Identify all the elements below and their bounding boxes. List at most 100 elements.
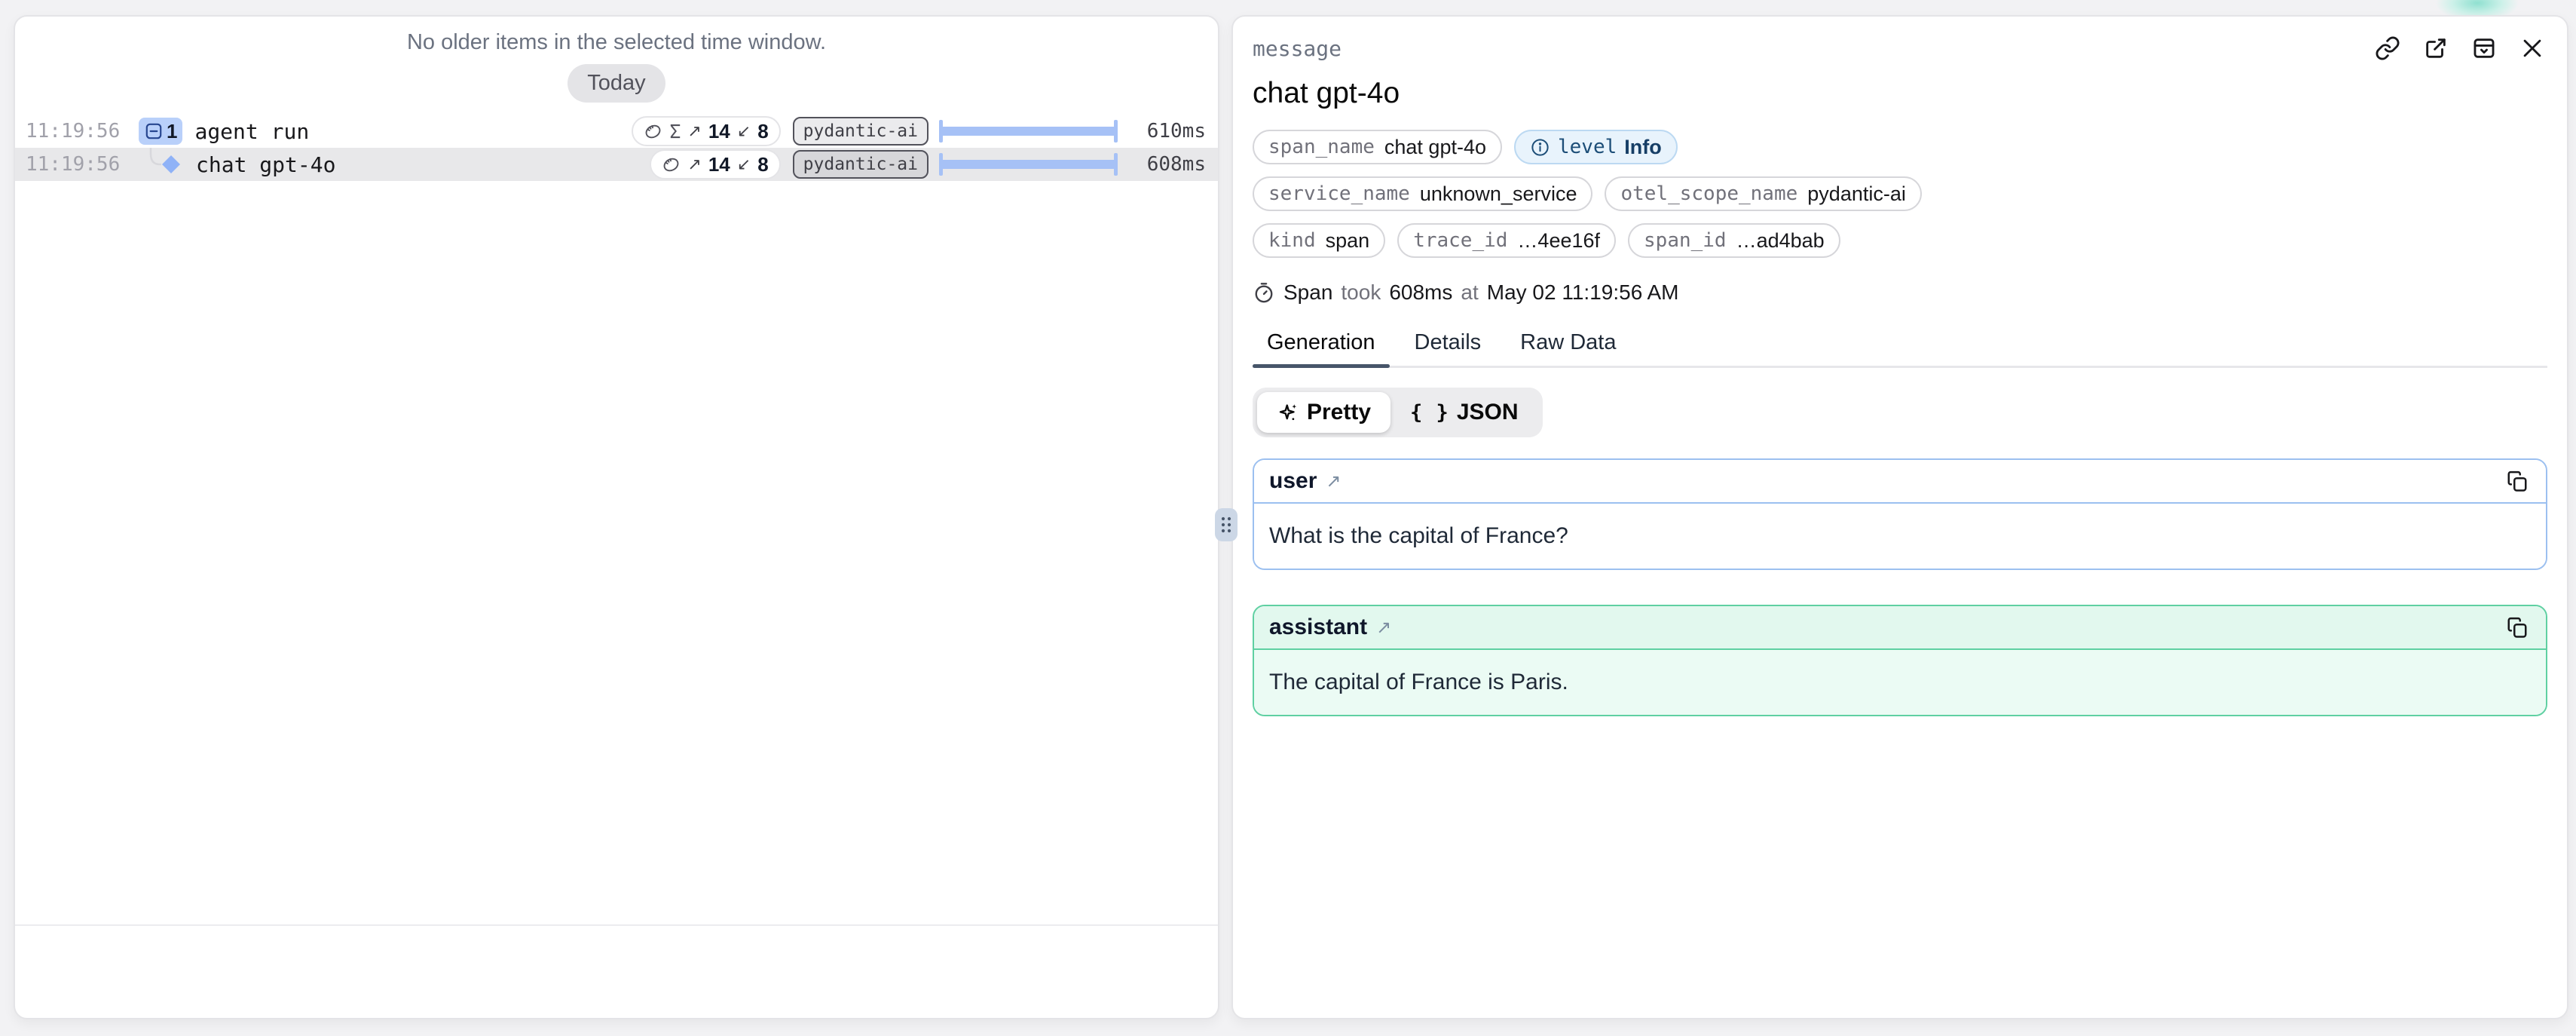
link-icon bbox=[2375, 35, 2400, 61]
expand-arrow-icon[interactable]: ↗ bbox=[1376, 617, 1391, 639]
attr-key: span_id bbox=[1644, 229, 1727, 252]
tab-raw-data[interactable]: Raw Data bbox=[1506, 330, 1630, 366]
collapse-children-badge[interactable]: 1 bbox=[139, 118, 182, 145]
copy-message-button[interactable] bbox=[2504, 614, 2531, 641]
tokens-input-arrow-icon: ↗ bbox=[687, 155, 701, 174]
timing-timestamp: May 02 11:19:56 AM bbox=[1487, 280, 1679, 305]
duration-label: 610ms bbox=[1127, 120, 1206, 143]
conversation-messages: user ↗ What is the capital of France? as… bbox=[1253, 458, 2547, 716]
timing-duration: 608ms bbox=[1389, 280, 1452, 305]
message-content: What is the capital of France? bbox=[1254, 504, 2546, 569]
attr-key: level bbox=[1558, 136, 1617, 158]
duration-timeline-bar bbox=[939, 152, 1120, 177]
copy-message-button[interactable] bbox=[2504, 467, 2531, 495]
duration-timeline-bar bbox=[939, 118, 1120, 144]
message-role: user bbox=[1269, 468, 1317, 494]
detail-tabs: Generation Details Raw Data bbox=[1253, 330, 2547, 368]
drag-dots-icon bbox=[1219, 514, 1233, 535]
span-title: chat gpt-4o bbox=[1253, 77, 2547, 110]
trace-row-chat-gpt4o[interactable]: 11:19:56 chat gpt-4o ↗ 14 ↙ 8 pydantic-a… bbox=[15, 148, 1218, 181]
tokens-output-arrow-icon: ↙ bbox=[737, 121, 751, 141]
attr-key: span_name bbox=[1268, 136, 1375, 158]
close-icon bbox=[2519, 35, 2545, 61]
sigma-total-icon: Σ bbox=[669, 121, 681, 143]
tokens-input-count: 14 bbox=[708, 153, 730, 176]
message-card-assistant: assistant ↗ The capital of France is Par… bbox=[1253, 605, 2547, 716]
trace-list-panel: No older items in the selected time wind… bbox=[14, 15, 1219, 1019]
tokens-input-arrow-icon: ↗ bbox=[687, 121, 701, 141]
attr-key: otel_scope_name bbox=[1620, 182, 1797, 205]
attr-value: …4ee16f bbox=[1517, 229, 1600, 253]
message-card-user: user ↗ What is the capital of France? bbox=[1253, 458, 2547, 570]
attr-value: Info bbox=[1624, 136, 1661, 159]
message-header: user ↗ bbox=[1254, 460, 2546, 504]
attr-key: kind bbox=[1268, 229, 1316, 252]
attr-value: unknown_service bbox=[1420, 182, 1577, 206]
collapse-panel-icon bbox=[2471, 35, 2497, 61]
attr-pill-kind[interactable]: kind span bbox=[1253, 223, 1385, 258]
tree-connector bbox=[128, 148, 188, 181]
detail-header: message bbox=[1253, 17, 2547, 63]
list-footer-divider bbox=[15, 924, 1218, 926]
attr-value: chat gpt-4o bbox=[1384, 136, 1486, 159]
duration-label: 608ms bbox=[1127, 153, 1206, 176]
view-mode-toggle: Pretty { } JSON bbox=[1253, 388, 1543, 437]
sparkles-icon bbox=[1277, 401, 1299, 424]
trace-row-agent-run[interactable]: 11:19:56 1 agent run Σ ↗ 14 ↙ 8 pydantic… bbox=[15, 115, 1218, 148]
copy-link-button[interactable] bbox=[2373, 33, 2403, 63]
elbow-and-diamond-icon bbox=[128, 148, 188, 181]
tokens-output-count: 8 bbox=[757, 120, 768, 143]
attr-pill-span-id[interactable]: span_id …ad4bab bbox=[1628, 223, 1840, 258]
tokens-output-arrow-icon: ↙ bbox=[737, 155, 751, 174]
attr-pill-level[interactable]: level Info bbox=[1514, 130, 1678, 164]
close-panel-button[interactable] bbox=[2517, 33, 2547, 63]
info-icon bbox=[1530, 137, 1550, 158]
today-chip[interactable]: Today bbox=[568, 64, 665, 103]
pretty-view-button[interactable]: Pretty bbox=[1257, 392, 1390, 433]
row-timestamp: 11:19:56 bbox=[26, 153, 127, 176]
tab-generation[interactable]: Generation bbox=[1253, 330, 1390, 366]
detail-header-actions bbox=[2373, 33, 2547, 63]
attr-pill-trace-id[interactable]: trace_id …4ee16f bbox=[1397, 223, 1616, 258]
today-chip-row: Today bbox=[15, 64, 1218, 103]
tokens-coin-icon bbox=[662, 155, 681, 174]
empty-window-notice: No older items in the selected time wind… bbox=[15, 17, 1218, 55]
token-usage-pill: Σ ↗ 14 ↙ 8 bbox=[632, 116, 780, 146]
expand-arrow-icon[interactable]: ↗ bbox=[1326, 470, 1341, 492]
message-role: assistant bbox=[1269, 615, 1367, 640]
open-in-new-button[interactable] bbox=[2421, 33, 2451, 63]
tokens-coin-icon bbox=[644, 122, 662, 141]
collapse-panel-button[interactable] bbox=[2469, 33, 2499, 63]
tokens-input-count: 14 bbox=[708, 120, 730, 143]
message-content: The capital of France is Paris. bbox=[1254, 650, 2546, 715]
attr-pill-otel-scope-name[interactable]: otel_scope_name pydantic-ai bbox=[1605, 176, 1921, 211]
pretty-label: Pretty bbox=[1307, 400, 1371, 425]
copy-icon bbox=[2506, 616, 2529, 639]
row-timestamp: 11:19:56 bbox=[26, 120, 127, 143]
span-kind-label: message bbox=[1253, 36, 2373, 61]
attribute-pills: span_name chat gpt-4o level Info service… bbox=[1253, 130, 2547, 258]
span-timing-line: Span took 608ms at May 02 11:19:56 AM bbox=[1253, 280, 2547, 305]
attr-pill-service-name[interactable]: service_name unknown_service bbox=[1253, 176, 1592, 211]
attr-value: pydantic-ai bbox=[1807, 182, 1906, 206]
token-usage-pill: ↗ 14 ↙ 8 bbox=[650, 149, 780, 179]
child-count: 1 bbox=[167, 120, 177, 143]
span-name: agent run bbox=[194, 119, 309, 144]
open-in-new-icon bbox=[2423, 35, 2449, 61]
json-view-button[interactable]: { } JSON bbox=[1390, 392, 1537, 433]
tokens-output-count: 8 bbox=[757, 153, 768, 176]
scope-badge[interactable]: pydantic-ai bbox=[793, 150, 929, 179]
scope-badge[interactable]: pydantic-ai bbox=[793, 117, 929, 146]
span-name: chat gpt-4o bbox=[196, 152, 335, 177]
json-label: JSON bbox=[1457, 400, 1519, 425]
tab-details[interactable]: Details bbox=[1400, 330, 1496, 366]
attr-key: service_name bbox=[1268, 182, 1410, 205]
trace-rows: 11:19:56 1 agent run Σ ↗ 14 ↙ 8 pydantic… bbox=[15, 115, 1218, 181]
message-header: assistant ↗ bbox=[1254, 606, 2546, 650]
span-diamond-icon bbox=[162, 155, 180, 173]
panel-resize-handle[interactable] bbox=[1215, 508, 1238, 541]
attr-value: …ad4bab bbox=[1736, 229, 1825, 253]
timing-span-word: Span bbox=[1283, 280, 1332, 305]
attr-value: span bbox=[1326, 229, 1370, 253]
attr-pill-span-name[interactable]: span_name chat gpt-4o bbox=[1253, 130, 1502, 164]
